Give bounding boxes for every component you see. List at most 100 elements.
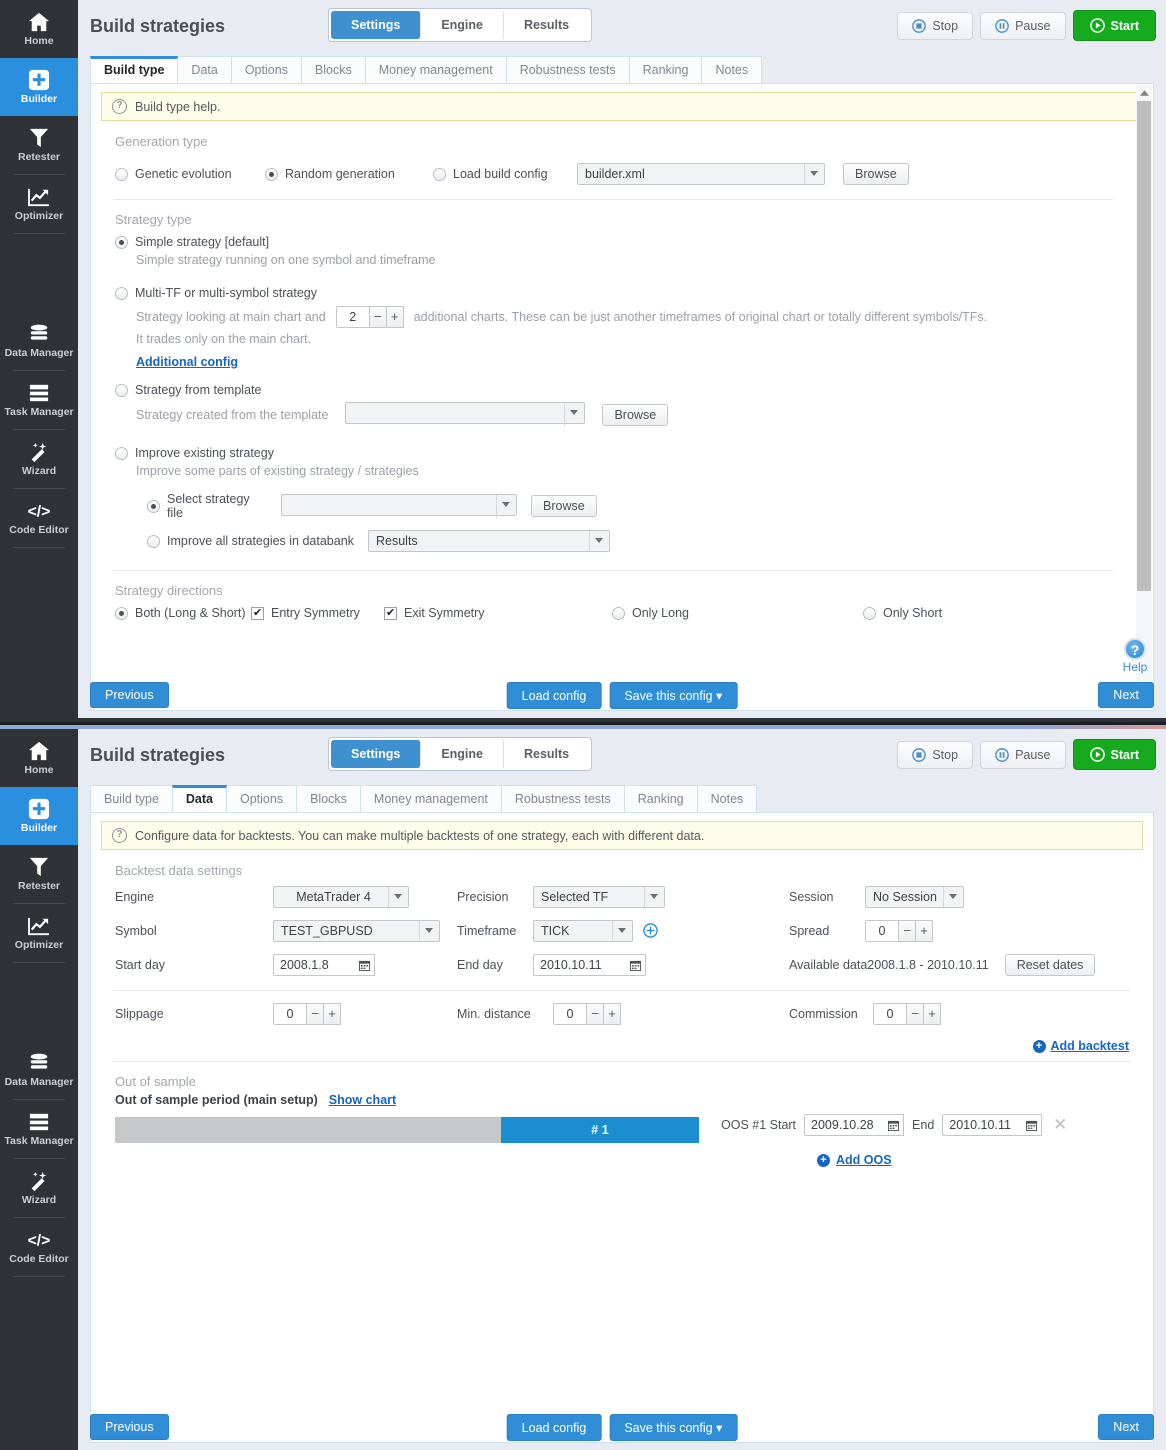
- tab-results[interactable]: Results: [503, 740, 590, 768]
- add-backtest-link[interactable]: Add backtest: [1051, 1039, 1130, 1053]
- reset-dates-button[interactable]: Reset dates: [1004, 954, 1096, 976]
- tab-ranking[interactable]: Ranking: [628, 56, 703, 83]
- show-chart-link[interactable]: Show chart: [329, 1093, 396, 1107]
- browse-build-config-button[interactable]: Browse: [843, 163, 909, 185]
- radio-random-generation[interactable]: Random generation: [265, 167, 433, 181]
- oos-end-input[interactable]: 2010.10.11: [942, 1114, 1043, 1136]
- next-button[interactable]: Next: [1098, 1414, 1154, 1440]
- tab-blocks[interactable]: Blocks: [300, 56, 366, 83]
- slippage-increment[interactable]: +: [324, 1003, 341, 1025]
- start-button[interactable]: Start: [1072, 10, 1156, 41]
- symbol-select[interactable]: TEST_GBPUSD: [273, 920, 440, 942]
- sidebar-item-home[interactable]: Home: [0, 729, 78, 787]
- sidebar-item-data-manager[interactable]: Data Manager: [0, 1041, 78, 1099]
- tab-money-management[interactable]: Money management: [359, 785, 502, 812]
- charts-count-increment[interactable]: +: [386, 306, 404, 328]
- radio-improve-all-in-databank[interactable]: Improve all strategies in databank: [147, 534, 354, 548]
- calendar-icon[interactable]: [1022, 1114, 1043, 1136]
- sidebar-item-code-editor[interactable]: </> Code Editor: [0, 1218, 78, 1276]
- radio-multi-tf-strategy[interactable]: Multi-TF or multi-symbol strategy: [115, 286, 317, 300]
- checkbox-entry-symmetry[interactable]: Entry Symmetry: [251, 606, 384, 620]
- charts-count-decrement[interactable]: −: [369, 306, 387, 328]
- radio-select-strategy-file[interactable]: Select strategy file: [147, 492, 267, 520]
- commission-increment[interactable]: +: [924, 1003, 941, 1025]
- strategy-file-select[interactable]: [281, 493, 517, 519]
- tab-robustness-tests[interactable]: Robustness tests: [505, 56, 630, 83]
- pause-button[interactable]: Pause: [980, 740, 1066, 769]
- sidebar-item-builder[interactable]: Builder: [0, 787, 87, 845]
- tab-data[interactable]: Data: [171, 785, 227, 812]
- tab-engine[interactable]: Engine: [421, 11, 504, 39]
- sidebar-item-code-editor[interactable]: </> Code Editor: [0, 489, 78, 547]
- spread-increment[interactable]: +: [916, 920, 933, 942]
- tab-notes[interactable]: Notes: [696, 785, 758, 812]
- tab-options[interactable]: Options: [230, 56, 302, 83]
- radio-only-long[interactable]: Only Long: [612, 606, 863, 620]
- tab-notes[interactable]: Notes: [701, 56, 763, 83]
- charts-count-stepper[interactable]: 2 − +: [335, 306, 404, 328]
- load-config-button[interactable]: Load config: [506, 1414, 602, 1441]
- pause-button[interactable]: Pause: [980, 11, 1066, 40]
- commission-decrement[interactable]: −: [907, 1003, 924, 1025]
- start-button[interactable]: Start: [1072, 739, 1156, 770]
- spread-decrement[interactable]: −: [899, 920, 916, 942]
- tab-results[interactable]: Results: [503, 11, 590, 39]
- previous-button[interactable]: Previous: [90, 682, 169, 708]
- databank-select[interactable]: Results: [368, 530, 610, 552]
- build-config-select[interactable]: builder.xml: [577, 163, 825, 185]
- radio-genetic-evolution[interactable]: Genetic evolution: [115, 167, 265, 181]
- calendar-icon[interactable]: [884, 1114, 905, 1136]
- slippage-stepper[interactable]: 0 − +: [273, 1003, 341, 1025]
- tab-robustness-tests[interactable]: Robustness tests: [500, 785, 625, 812]
- sidebar-item-task-manager[interactable]: Task Manager: [0, 371, 78, 429]
- radio-strategy-from-template[interactable]: Strategy from template: [115, 383, 261, 397]
- load-config-button[interactable]: Load config: [506, 682, 602, 709]
- tab-data[interactable]: Data: [177, 56, 232, 83]
- checkbox-exit-symmetry[interactable]: Exit Symmetry: [384, 606, 612, 620]
- add-oos-link[interactable]: Add OOS: [836, 1153, 892, 1167]
- min-distance-stepper[interactable]: 0 − +: [553, 1003, 621, 1025]
- radio-improve-existing-strategy[interactable]: Improve existing strategy: [115, 446, 274, 460]
- spread-stepper[interactable]: 0 − +: [865, 920, 933, 942]
- help-badge[interactable]: ? Help: [1114, 638, 1156, 674]
- slippage-decrement[interactable]: −: [307, 1003, 324, 1025]
- sidebar-item-retester[interactable]: Retester: [0, 116, 78, 174]
- tab-build-type[interactable]: Build type: [90, 56, 179, 83]
- engine-select[interactable]: MetaTrader 4: [273, 886, 409, 908]
- sidebar-item-wizard[interactable]: Wizard: [0, 430, 78, 488]
- stop-button[interactable]: Stop: [897, 740, 974, 769]
- previous-button[interactable]: Previous: [90, 1414, 169, 1440]
- browse-strategy-file-button[interactable]: Browse: [531, 495, 597, 517]
- stop-button[interactable]: Stop: [897, 11, 974, 40]
- sidebar-item-data-manager[interactable]: Data Manager: [0, 312, 78, 370]
- commission-stepper[interactable]: 0 − +: [873, 1003, 941, 1025]
- tab-build-type[interactable]: Build type: [90, 785, 173, 812]
- timeframe-select[interactable]: TICK: [533, 920, 633, 942]
- precision-select[interactable]: Selected TF: [533, 886, 665, 908]
- calendar-icon[interactable]: [355, 954, 375, 976]
- min-distance-increment[interactable]: +: [604, 1003, 621, 1025]
- end-day-input[interactable]: 2010.10.11: [533, 954, 646, 976]
- tab-ranking[interactable]: Ranking: [623, 785, 698, 812]
- radio-simple-strategy[interactable]: Simple strategy [default]: [115, 235, 269, 249]
- radio-both-long-short[interactable]: Both (Long & Short): [115, 606, 251, 620]
- vertical-scrollbar[interactable]: [1136, 85, 1152, 709]
- sidebar-item-home[interactable]: Home: [0, 0, 78, 58]
- next-button[interactable]: Next: [1098, 682, 1154, 708]
- radio-only-short[interactable]: Only Short: [863, 606, 942, 620]
- calendar-icon[interactable]: [626, 954, 646, 976]
- sidebar-item-retester[interactable]: Retester: [0, 845, 78, 903]
- save-config-button[interactable]: Save this config ▾: [609, 682, 738, 709]
- browse-template-button[interactable]: Browse: [602, 403, 669, 426]
- remove-oos-icon[interactable]: ✕: [1050, 1115, 1070, 1135]
- radio-load-build-config[interactable]: Load build config: [433, 167, 577, 181]
- tab-money-management[interactable]: Money management: [364, 56, 507, 83]
- oos-timeline-bar[interactable]: # 1: [115, 1117, 699, 1143]
- sidebar-item-builder[interactable]: Builder: [0, 58, 87, 116]
- sidebar-item-optimizer[interactable]: Optimizer: [0, 904, 78, 962]
- min-distance-decrement[interactable]: −: [587, 1003, 604, 1025]
- tab-blocks[interactable]: Blocks: [296, 785, 361, 812]
- oos-start-input[interactable]: 2009.10.28: [804, 1114, 905, 1136]
- add-timeframe-icon[interactable]: [643, 922, 659, 941]
- sidebar-item-optimizer[interactable]: Optimizer: [0, 175, 78, 233]
